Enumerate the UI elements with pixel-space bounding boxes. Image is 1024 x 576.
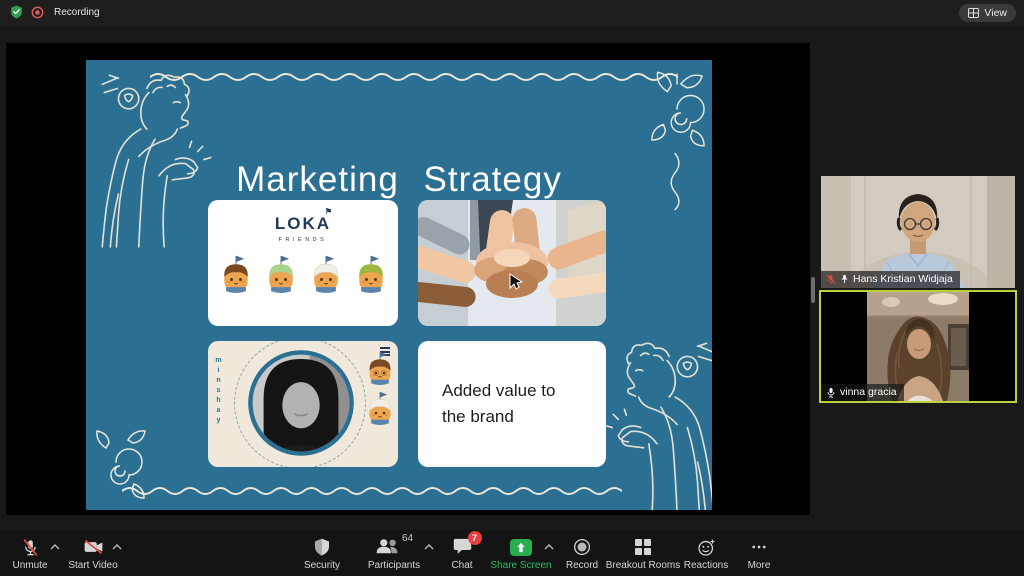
minshay-label: minshay [215, 357, 222, 427]
tiles-scrollbar[interactable] [811, 277, 815, 303]
reactions-label: Reactions [684, 560, 728, 571]
statue-line-art-right [596, 330, 712, 510]
video-off-icon [83, 538, 104, 556]
encryption-shield-icon [10, 5, 23, 19]
share-screen-label: Share Screen [490, 560, 551, 571]
meeting-top-bar: Recording View [0, 0, 1024, 26]
wavy-border-top [150, 70, 678, 84]
more-dots-icon [750, 538, 768, 556]
shared-screen-region: Marketing Strategy LOKA ⚑ FRIENDS [6, 43, 810, 515]
teamwork-hands-photo [418, 200, 606, 326]
chat-label: Chat [451, 560, 472, 571]
grayscale-portrait-photo [246, 348, 356, 458]
swirl-ornament-icon [94, 428, 146, 500]
meeting-toolbar: Unmute Start Video Security [0, 530, 1024, 576]
muted-mic-icon [21, 538, 40, 557]
record-icon [573, 538, 591, 556]
security-button[interactable]: Security [290, 537, 354, 571]
mascot-vanilla-icon [308, 253, 344, 297]
mini-mascots [364, 349, 396, 429]
security-label: Security [304, 560, 340, 571]
view-label: View [984, 7, 1007, 19]
wavy-border-bottom [122, 484, 622, 498]
mascot-vanilla-icon [364, 389, 396, 429]
view-button[interactable]: View [959, 4, 1016, 22]
mascot-row [218, 253, 389, 297]
flag-icon: ⚑ [325, 207, 334, 216]
mic-icon [826, 387, 836, 398]
name-tag-hans: Hans Kristian Widjaja [821, 271, 960, 288]
participant-name: vinna gracia [840, 386, 897, 398]
minshay-profile-card: minshay [208, 341, 398, 467]
added-value-text: Added value to the brand [442, 378, 572, 431]
participants-icon [375, 537, 399, 555]
recording-dot-icon [31, 6, 44, 19]
start-video-label: Start Video [68, 560, 117, 571]
mascot-matcha-icon [263, 253, 299, 297]
video-options-caret[interactable] [112, 543, 122, 551]
breakout-rooms-icon [635, 539, 651, 555]
more-button[interactable]: More [734, 537, 784, 571]
video-tile-vinna[interactable]: vinna gracia [819, 290, 1017, 403]
participants-label: Participants [368, 560, 420, 571]
mascot-olive-icon [353, 253, 389, 297]
loka-friends-card: LOKA ⚑ FRIENDS [208, 200, 398, 326]
mascot-chocolate-icon [218, 253, 254, 297]
view-grid-icon [968, 8, 979, 18]
name-tag-vinna: vinna gracia [821, 384, 904, 401]
added-value-card: Added value to the brand [418, 341, 606, 467]
unmute-label: Unmute [12, 560, 47, 571]
breakout-rooms-label: Breakout Rooms [606, 560, 680, 571]
participants-count: 64 [402, 533, 413, 544]
zoom-meeting-window: Recording View Marketing Strategy LOKA [0, 0, 1024, 576]
recording-label: Recording [54, 7, 100, 18]
more-label: More [748, 560, 771, 571]
share-screen-icon [510, 539, 532, 556]
muted-mic-icon [826, 274, 836, 285]
reactions-button[interactable]: Reactions [671, 537, 741, 571]
presentation-slide: Marketing Strategy LOKA ⚑ FRIENDS [86, 60, 712, 510]
video-tile-hans[interactable]: Hans Kristian Widjaja [821, 176, 1015, 288]
reactions-smiley-icon [697, 538, 716, 557]
statue-line-art-left [88, 62, 220, 250]
mascot-chocolate-icon [364, 349, 396, 389]
participant-name: Hans Kristian Widjaja [853, 273, 953, 285]
security-shield-icon [314, 538, 330, 556]
loka-brand-logo: LOKA ⚑ [275, 214, 331, 234]
loka-brand-sub: FRIENDS [279, 237, 328, 243]
slide-title: Marketing Strategy [86, 160, 712, 200]
recording-indicator: Recording [10, 5, 100, 19]
pin-icon [840, 274, 849, 284]
participants-options-caret[interactable] [424, 543, 434, 551]
